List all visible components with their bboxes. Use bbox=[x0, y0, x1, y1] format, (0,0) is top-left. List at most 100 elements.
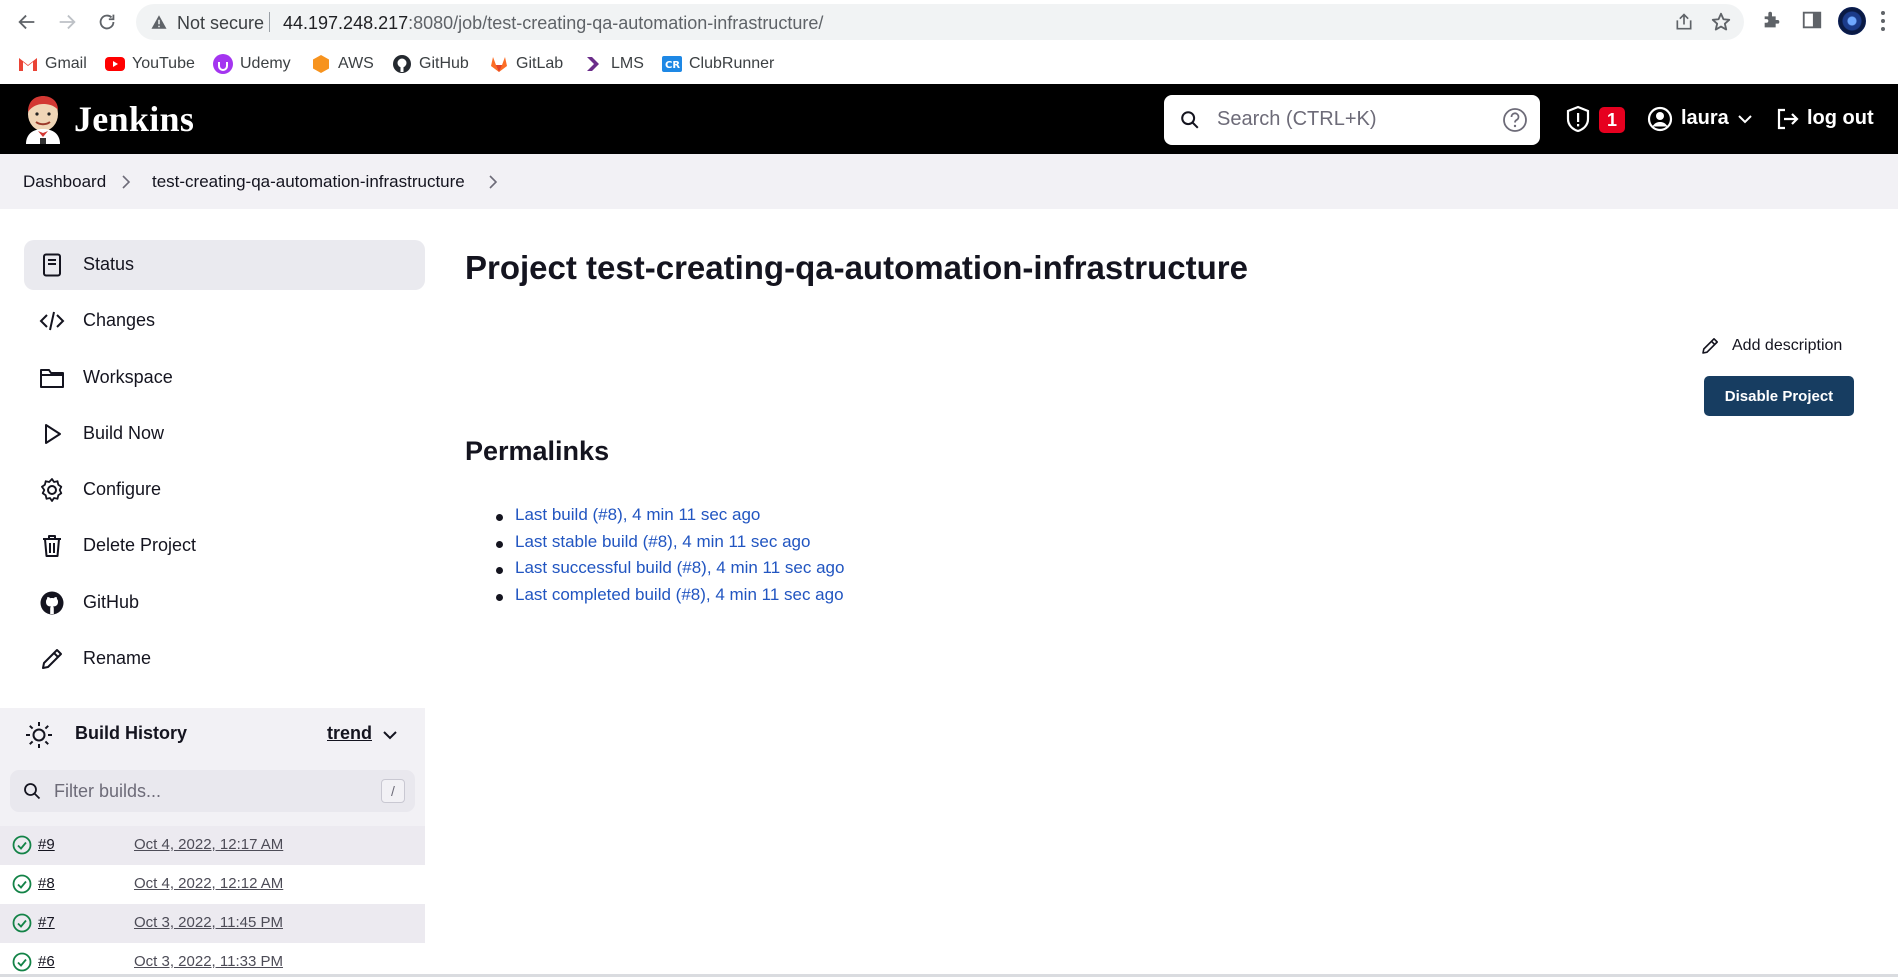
bookmark-label: LMS bbox=[611, 55, 644, 72]
build-row[interactable]: #6 Oct 3, 2022, 11:33 PM bbox=[0, 943, 425, 977]
udemy-icon bbox=[213, 54, 233, 74]
aws-icon bbox=[311, 54, 331, 74]
build-date-link[interactable]: Oct 3, 2022, 11:33 PM bbox=[134, 953, 283, 970]
url-path: :8080/job/test-creating-qa-automation-in… bbox=[408, 13, 824, 33]
logout-link[interactable]: log out bbox=[1807, 107, 1874, 130]
security-count-badge[interactable]: 1 bbox=[1599, 107, 1625, 133]
kebab-menu-icon[interactable] bbox=[1880, 10, 1886, 32]
share-icon[interactable] bbox=[1674, 12, 1694, 32]
page-title: Project test-creating-qa-automation-infr… bbox=[465, 249, 1248, 286]
side-panel-icon[interactable] bbox=[1801, 9, 1823, 31]
bookmark-label: ClubRunner bbox=[689, 55, 775, 72]
build-number-link[interactable]: #6 bbox=[38, 953, 55, 970]
build-history-header: Build History trend bbox=[0, 708, 425, 760]
security-label: Not secure bbox=[177, 13, 265, 33]
gear-icon bbox=[41, 478, 63, 502]
svg-text:CR: CR bbox=[665, 60, 680, 71]
bookmark-star-icon[interactable] bbox=[1710, 11, 1732, 33]
youtube-icon bbox=[105, 54, 125, 74]
build-date-link[interactable]: Oct 3, 2022, 11:45 PM bbox=[134, 914, 283, 931]
bookmark-clubrunner[interactable]: CR ClubRunner bbox=[662, 52, 774, 76]
sidebar-item-label: Delete Project bbox=[83, 535, 197, 555]
keyboard-shortcut-hint: / bbox=[381, 779, 405, 803]
sidebar-item-delete-project[interactable]: Delete Project bbox=[24, 521, 425, 571]
bookmark-github[interactable]: GitHub bbox=[392, 52, 469, 76]
logout-icon[interactable] bbox=[1774, 106, 1800, 132]
github-icon bbox=[392, 54, 412, 74]
arrow-right-icon bbox=[59, 14, 76, 30]
address-bar[interactable]: Not secure 44.197.248.217:8080/job/test-… bbox=[136, 4, 1744, 40]
sidebar-item-label: Status bbox=[83, 254, 135, 274]
user-icon[interactable] bbox=[1647, 106, 1673, 132]
breadcrumb-job[interactable]: test-creating-qa-automation-infrastructu… bbox=[152, 172, 465, 192]
bookmark-udemy[interactable]: Udemy bbox=[213, 52, 291, 76]
permalink-last-successful-build[interactable]: Last successful build (#8), 4 min 11 sec… bbox=[495, 558, 844, 585]
app-name[interactable]: Jenkins bbox=[74, 98, 194, 140]
build-number-link[interactable]: #9 bbox=[38, 836, 55, 853]
sidebar-item-workspace[interactable]: Workspace bbox=[24, 353, 425, 403]
pencil-icon bbox=[1702, 338, 1718, 354]
success-check-icon bbox=[12, 913, 32, 933]
filter-placeholder: Filter builds... bbox=[54, 781, 162, 801]
bookmark-lms[interactable]: LMS bbox=[584, 52, 644, 76]
sidebar-item-configure[interactable]: Configure bbox=[24, 465, 425, 515]
browser-toolbar: Not secure 44.197.248.217:8080/job/test-… bbox=[0, 0, 1898, 44]
search-icon bbox=[1181, 111, 1199, 129]
search-box[interactable]: Search (CTRL+K) bbox=[1164, 95, 1540, 145]
build-history-panel: Build History trend Filter builds... / #… bbox=[0, 708, 425, 977]
gmail-icon bbox=[18, 54, 38, 74]
filter-builds-input[interactable]: Filter builds... / bbox=[10, 770, 415, 812]
arrow-left-icon bbox=[18, 14, 35, 30]
sidebar-item-github[interactable]: GitHub bbox=[24, 578, 425, 628]
permalink-last-build[interactable]: Last build (#8), 4 min 11 sec ago bbox=[495, 505, 844, 532]
chevron-right-icon bbox=[122, 175, 131, 189]
bookmark-label: YouTube bbox=[132, 55, 195, 72]
clubrunner-icon: CR bbox=[662, 54, 682, 74]
build-date-link[interactable]: Oct 4, 2022, 12:17 AM bbox=[134, 836, 283, 853]
build-row[interactable]: #7 Oct 3, 2022, 11:45 PM bbox=[0, 904, 425, 943]
build-row[interactable]: #9 Oct 4, 2022, 12:17 AM bbox=[0, 826, 425, 865]
build-number-link[interactable]: #7 bbox=[38, 914, 55, 931]
code-icon bbox=[39, 311, 65, 331]
trash-icon bbox=[43, 535, 61, 557]
sidebar-item-label: Rename bbox=[83, 648, 152, 668]
back-button[interactable] bbox=[14, 9, 40, 35]
permalink-last-completed-build[interactable]: Last completed build (#8), 4 min 11 sec … bbox=[495, 585, 844, 612]
build-date-link[interactable]: Oct 4, 2022, 12:12 AM bbox=[134, 875, 283, 892]
breadcrumb-dashboard[interactable]: Dashboard bbox=[23, 172, 106, 192]
build-list: #9 Oct 4, 2022, 12:17 AM #8 Oct 4, 2022,… bbox=[0, 826, 425, 977]
user-name[interactable]: laura bbox=[1681, 107, 1729, 130]
permalink-last-stable-build[interactable]: Last stable build (#8), 4 min 11 sec ago bbox=[495, 532, 844, 559]
sidebar-item-rename[interactable]: Rename bbox=[24, 634, 425, 684]
weather-sunny-icon bbox=[26, 722, 52, 748]
sidebar-item-label: Workspace bbox=[83, 367, 173, 387]
extensions-icon[interactable] bbox=[1761, 9, 1783, 31]
bookmark-gitlab[interactable]: GitLab bbox=[489, 52, 563, 76]
profile-avatar[interactable] bbox=[1838, 7, 1866, 35]
help-icon[interactable] bbox=[1502, 107, 1528, 133]
build-number-link[interactable]: #8 bbox=[38, 875, 55, 892]
sidebar-item-changes[interactable]: Changes bbox=[24, 296, 425, 346]
bookmark-gmail[interactable]: Gmail bbox=[18, 52, 87, 76]
chevron-down-icon[interactable] bbox=[1737, 113, 1753, 125]
jenkins-logo-icon[interactable] bbox=[20, 94, 66, 144]
sidebar-item-label: Configure bbox=[83, 479, 162, 499]
chevron-right-icon[interactable] bbox=[488, 175, 498, 189]
forward-button[interactable] bbox=[54, 9, 80, 35]
add-description-link[interactable]: Add description bbox=[1700, 334, 1842, 358]
sidebar-item-build-now[interactable]: Build Now bbox=[24, 409, 425, 459]
disable-project-button[interactable]: Disable Project bbox=[1704, 376, 1854, 416]
search-icon bbox=[24, 783, 41, 800]
build-row[interactable]: #8 Oct 4, 2022, 12:12 AM bbox=[0, 865, 425, 904]
shield-alert-icon[interactable] bbox=[1565, 105, 1591, 133]
sidebar-item-status[interactable]: Status bbox=[24, 240, 425, 290]
reload-button[interactable] bbox=[94, 9, 120, 35]
build-history-title: Build History bbox=[75, 723, 188, 743]
address-divider bbox=[269, 12, 270, 32]
trend-link[interactable]: trend bbox=[327, 723, 372, 744]
lms-icon bbox=[584, 54, 604, 74]
bookmark-aws[interactable]: AWS bbox=[311, 52, 374, 76]
bookmark-youtube[interactable]: YouTube bbox=[105, 52, 195, 76]
bookmark-label: Udemy bbox=[240, 55, 291, 72]
chevron-down-icon[interactable] bbox=[382, 729, 398, 741]
